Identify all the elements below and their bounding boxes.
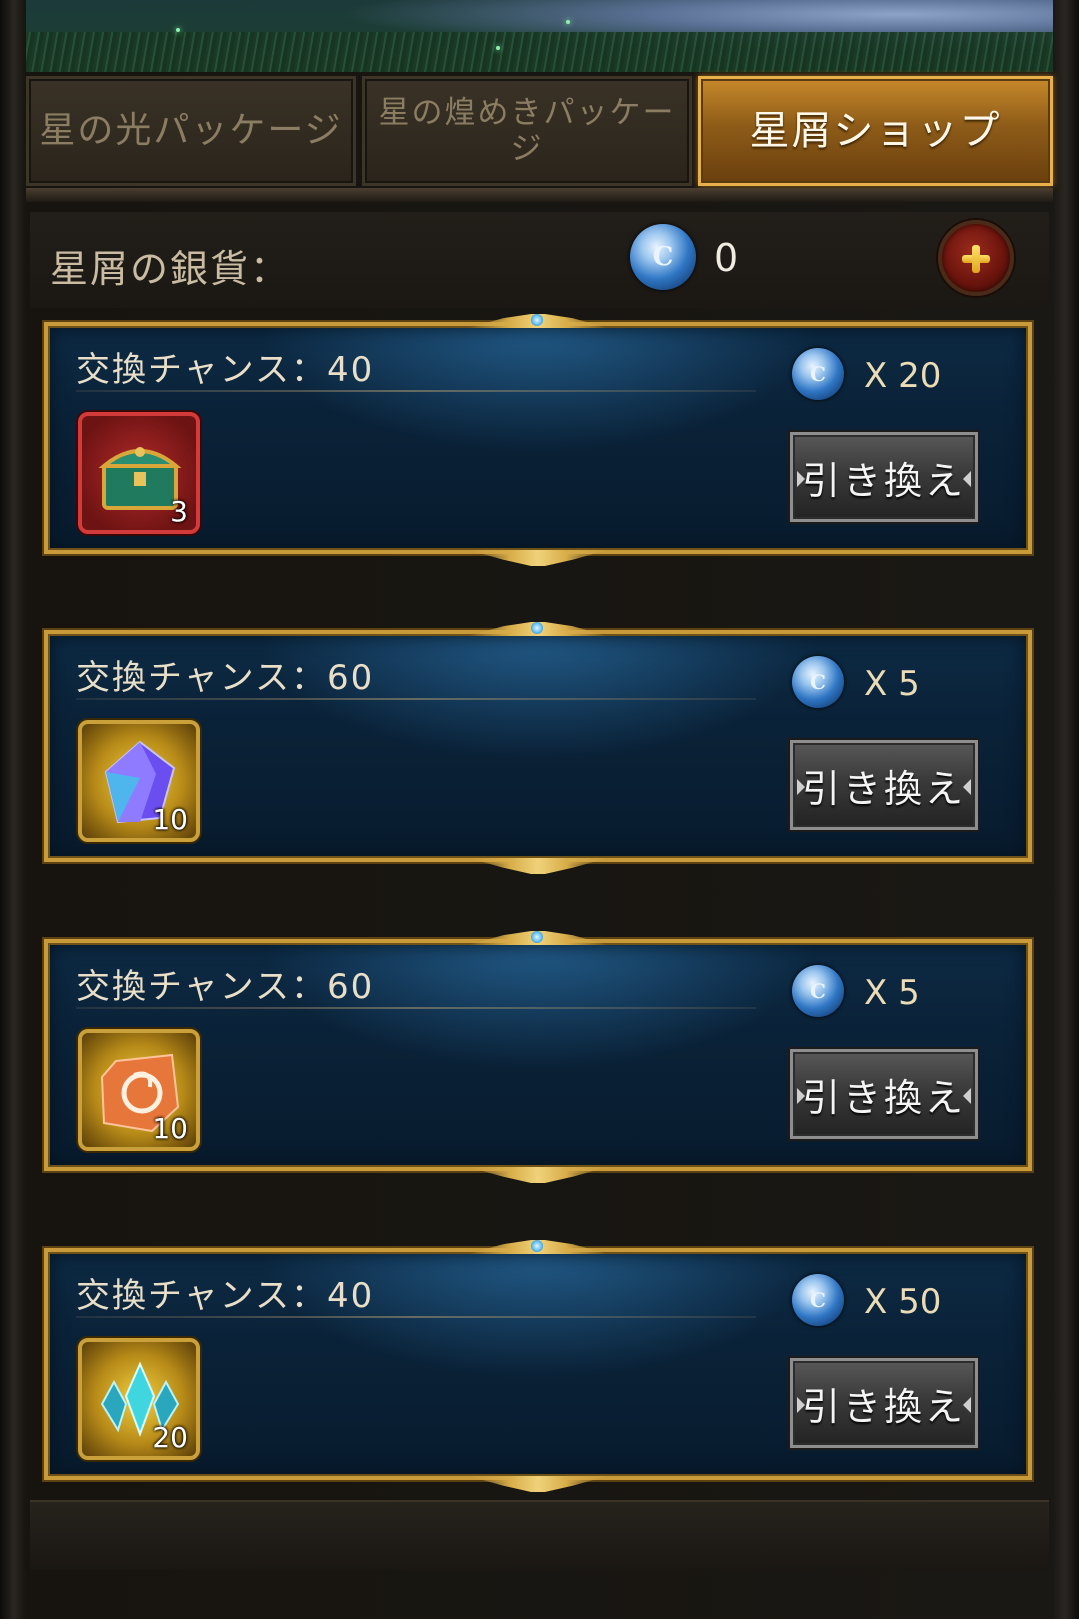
item-quantity: 10: [152, 803, 188, 836]
item-quantity: 20: [152, 1421, 188, 1454]
title-divider: [76, 390, 756, 392]
add-currency-button[interactable]: [938, 220, 1014, 296]
exchange-chances: 交換チャンス：40: [76, 350, 375, 390]
shop-tabs: 星の光パッケージ 星の煌めきパッケージ 星屑ショップ: [26, 76, 1053, 188]
item-cost: X 5: [864, 973, 920, 1013]
item-cost: X 5: [864, 664, 920, 704]
scenery-banner: [26, 0, 1053, 72]
star-silver-coin-icon: [792, 348, 844, 400]
shop-item-card: 交換チャンス：60 X 5 10 引き換え: [44, 622, 1032, 872]
item-icon[interactable]: 3: [78, 412, 200, 534]
tab-starshine-package[interactable]: 星の煌めきパッケージ: [362, 76, 692, 186]
title-divider: [76, 698, 756, 700]
ornament-gem: [531, 931, 543, 943]
tabs-divider: [26, 188, 1053, 202]
redeem-button[interactable]: 引き換え: [790, 1049, 978, 1139]
shop-item-card: 交換チャンス：40 X 50 20 引き換え: [44, 1240, 1032, 1490]
firefly-decoration: [176, 28, 180, 32]
ornament-gem: [531, 1478, 543, 1490]
shop-item-card: 交換チャンス：40 X 20 3 引き換え: [44, 314, 1032, 564]
redeem-button[interactable]: 引き換え: [790, 432, 978, 522]
firefly-decoration: [566, 20, 570, 24]
star-silver-coin-icon: [630, 224, 696, 290]
exchange-chances: 交換チャンス：60: [76, 967, 375, 1007]
title-divider: [76, 1007, 756, 1009]
ornament-gem: [531, 622, 543, 634]
item-icon[interactable]: 10: [78, 720, 200, 842]
currency-label: 星屑の銀貨：: [50, 247, 291, 291]
currency-bar: 星屑の銀貨： 0: [30, 212, 1049, 308]
ornament-gem: [531, 552, 543, 564]
tab-starlight-package[interactable]: 星の光パッケージ: [26, 76, 356, 186]
ornament-gem: [531, 1169, 543, 1181]
exchange-chances: 交換チャンス：40: [76, 1276, 375, 1316]
item-quantity: 3: [170, 495, 188, 528]
item-quantity: 10: [152, 1112, 188, 1145]
redeem-button[interactable]: 引き換え: [790, 740, 978, 830]
shop-item-card: 交換チャンス：60 X 5 10 引き換え: [44, 931, 1032, 1181]
firefly-decoration: [496, 46, 500, 50]
star-silver-coin-icon: [792, 1274, 844, 1326]
item-icon[interactable]: 10: [78, 1029, 200, 1151]
exchange-chances: 交換チャンス：60: [76, 658, 375, 698]
ornament-gem: [531, 1240, 543, 1252]
item-cost: X 50: [864, 1282, 942, 1322]
currency-value: 0: [714, 236, 739, 280]
ornament-gem: [531, 860, 543, 872]
item-cost: X 20: [864, 356, 942, 396]
ornament-gem: [531, 314, 543, 326]
grass-decoration: [26, 32, 1053, 72]
star-silver-coin-icon: [792, 656, 844, 708]
bottom-bar: [30, 1500, 1049, 1570]
tab-stardust-shop[interactable]: 星屑ショップ: [698, 76, 1053, 186]
item-icon[interactable]: 20: [78, 1338, 200, 1460]
redeem-button[interactable]: 引き換え: [790, 1358, 978, 1448]
star-silver-coin-icon: [792, 965, 844, 1017]
title-divider: [76, 1316, 756, 1318]
